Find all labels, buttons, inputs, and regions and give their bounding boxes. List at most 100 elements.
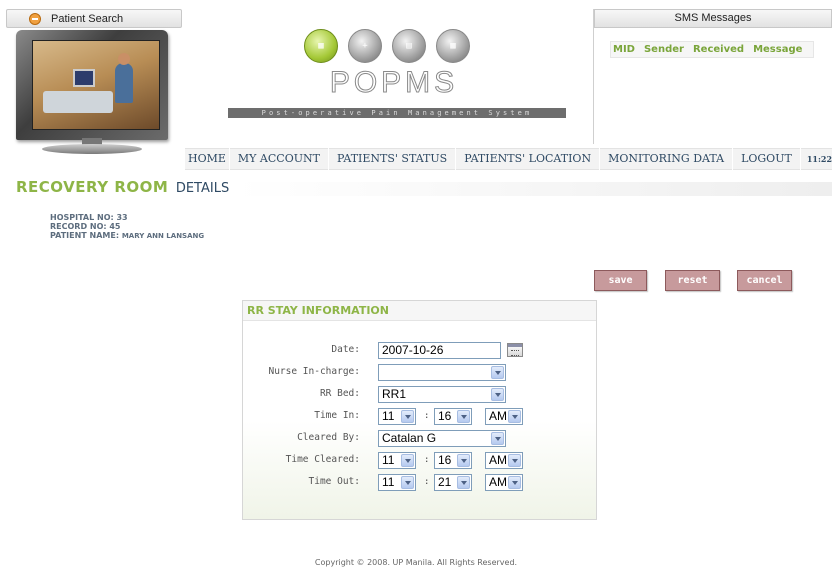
bed-shape	[43, 91, 113, 113]
time-in-label: Time In:	[314, 410, 360, 421]
time-separator: :	[424, 411, 430, 421]
person-head-shape	[118, 53, 130, 65]
chevron-down-icon[interactable]	[401, 476, 414, 489]
patient-search-bar[interactable]: Patient Search	[6, 9, 182, 28]
time-cleared-label: Time Cleared:	[285, 454, 360, 465]
sms-col-message: Message	[753, 44, 803, 55]
nav-patients-location[interactable]: PATIENTS' LOCATION	[456, 148, 601, 170]
minus-circle-icon[interactable]	[29, 12, 41, 25]
bed-select[interactable]: RR1	[378, 386, 506, 403]
chevron-down-icon[interactable]	[491, 366, 504, 379]
record-number: RECORD NO: 45	[50, 222, 121, 231]
chevron-down-icon[interactable]	[457, 454, 470, 467]
rr-panel-title: RR STAY INFORMATION	[243, 301, 596, 321]
sms-col-sender: Sender	[643, 44, 684, 55]
logo-bubble-4-icon: ▦	[436, 29, 470, 63]
logo-bubble-3-icon: ▤	[392, 29, 426, 63]
time-out-row: Time Out: 11 : 21 AM	[243, 473, 598, 493]
page-title-sub: DETAILS	[175, 181, 230, 196]
nav-my-account[interactable]: MY ACCOUNT	[230, 148, 329, 170]
time-out-minute-select[interactable]: 21	[434, 474, 472, 491]
chevron-down-icon[interactable]	[508, 476, 521, 489]
cleared-by-select[interactable]: Catalan G	[378, 430, 506, 447]
time-separator: :	[424, 477, 430, 487]
bed-row: RR Bed: RR1	[243, 385, 598, 405]
time-in-minute-select[interactable]: 16	[434, 408, 472, 425]
monitor-image	[12, 28, 170, 156]
time-out-ampm-select[interactable]: AM	[485, 474, 523, 491]
cancel-button[interactable]: cancel	[737, 270, 792, 291]
chevron-down-icon[interactable]	[457, 410, 470, 423]
time-in-hour-select[interactable]: 11	[378, 408, 416, 425]
time-separator: :	[424, 455, 430, 465]
patient-name-label: PATIENT NAME:	[50, 231, 120, 240]
logo-bubble-1-icon: ▦	[304, 29, 338, 63]
patient-info: HOSPITAL NO: 33 RECORD NO: 45 PATIENT NA…	[50, 213, 204, 241]
computer-shape	[73, 69, 95, 87]
chevron-down-icon[interactable]	[491, 388, 504, 401]
patient-name-value: MARY ANN LANSANG	[121, 232, 205, 240]
nurse-row: Nurse In-charge:	[243, 363, 598, 383]
save-button[interactable]: save	[594, 270, 647, 291]
time-cleared-ampm-value: AM	[489, 453, 507, 467]
hospital-number: HOSPITAL NO: 33	[50, 213, 128, 222]
sms-panel-title: SMS Messages	[594, 9, 832, 28]
nav-monitoring-data[interactable]: MONITORING DATA	[600, 148, 734, 170]
chevron-down-icon[interactable]	[457, 476, 470, 489]
reset-button[interactable]: reset	[665, 270, 720, 291]
time-out-hour-select[interactable]: 11	[378, 474, 416, 491]
sms-messages-panel: SMS Messages MID Sender Received Message	[593, 9, 832, 144]
time-cleared-minute-select[interactable]: 16	[434, 452, 472, 469]
time-out-ampm-value: AM	[489, 475, 507, 489]
time-in-ampm-select[interactable]: AM	[485, 408, 523, 425]
sms-col-mid: MID	[613, 44, 635, 55]
clock-display: 11:22:06 am	[806, 154, 832, 164]
nurse-select[interactable]	[378, 364, 506, 381]
page-title-main: RECOVERY ROOM	[16, 178, 169, 196]
main-nav: HOME MY ACCOUNT PATIENTS' STATUS PATIENT…	[185, 148, 832, 170]
time-in-minute-value: 16	[438, 409, 452, 423]
time-cleared-row: Time Cleared: 11 : 16 AM	[243, 451, 598, 471]
heading-rule	[235, 182, 832, 196]
chevron-down-icon[interactable]	[491, 432, 504, 445]
patient-search-label[interactable]: Patient Search	[51, 13, 123, 25]
cleared-by-row: Cleared By: Catalan G	[243, 429, 598, 449]
rr-stay-panel: RR STAY INFORMATION Date: 2007-10-26 Nur…	[242, 300, 597, 520]
patient-name-row: PATIENT NAME: MARY ANN LANSANG	[50, 231, 204, 241]
date-input[interactable]: 2007-10-26	[378, 342, 501, 359]
calendar-icon[interactable]	[507, 343, 523, 357]
time-cleared-ampm-select[interactable]: AM	[485, 452, 523, 469]
nav-patients-status[interactable]: PATIENTS' STATUS	[329, 148, 457, 170]
monitor-screen	[32, 40, 160, 130]
chevron-down-icon[interactable]	[401, 454, 414, 467]
time-cleared-minute-value: 16	[438, 453, 452, 467]
nav-logout[interactable]: LOGOUT	[733, 148, 801, 170]
time-cleared-hour-select[interactable]: 11	[378, 452, 416, 469]
footer-copyright: Copyright © 2008. UP Manila. All Rights …	[314, 558, 518, 567]
date-label: Date:	[331, 344, 360, 355]
time-in-ampm-value: AM	[489, 409, 507, 423]
cleared-by-label: Cleared By:	[297, 432, 360, 443]
logo-bubble-2-icon: +	[348, 29, 382, 63]
date-row: Date: 2007-10-26	[243, 341, 598, 361]
monitor-frame	[16, 30, 168, 140]
nav-home[interactable]: HOME	[185, 148, 230, 170]
popms-logo: ▦ + ▤ ▦ POPMS Post-operative Pain Manage…	[228, 26, 568, 120]
time-in-hour-value: 11	[382, 409, 395, 423]
bed-label: RR Bed:	[319, 388, 360, 399]
monitor-stand	[42, 144, 142, 154]
time-in-row: Time In: 11 : 16 AM	[243, 407, 598, 427]
logo-tagline: Post-operative Pain Management System	[228, 108, 566, 118]
chevron-down-icon[interactable]	[401, 410, 414, 423]
logo-wordmark: POPMS	[329, 66, 459, 100]
bed-value: RR1	[382, 387, 407, 401]
person-shape	[115, 63, 133, 103]
sms-col-received: Received	[692, 44, 745, 55]
cleared-by-value: Catalan G	[382, 431, 437, 445]
time-out-label: Time Out:	[308, 476, 360, 487]
chevron-down-icon[interactable]	[508, 410, 521, 423]
page-title: RECOVERY ROOM DETAILS	[16, 178, 229, 196]
time-out-hour-value: 11	[382, 475, 395, 489]
chevron-down-icon[interactable]	[508, 454, 521, 467]
nurse-label: Nurse In-charge:	[268, 366, 360, 377]
